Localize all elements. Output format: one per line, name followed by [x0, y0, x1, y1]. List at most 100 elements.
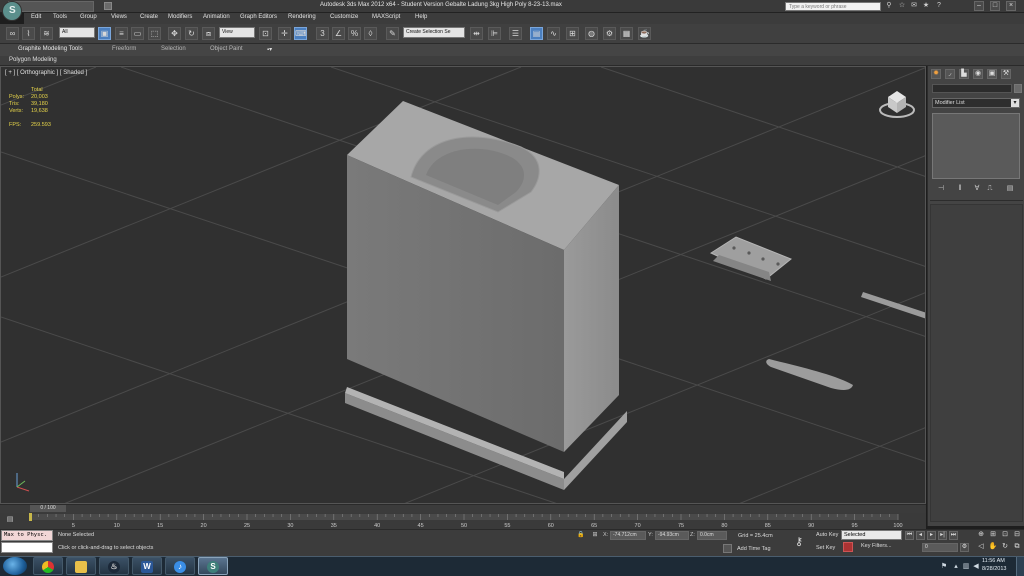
viewport-label[interactable]: [ + ] [ Orthographic ] [ Shaded ] [5, 70, 87, 76]
add-time-tag-button[interactable]: Add Time Tag [737, 546, 771, 552]
select-and-link-icon[interactable]: ∞ [6, 27, 19, 40]
zoom-extents-icon[interactable]: ⊡ [1000, 530, 1010, 540]
maxscript-output[interactable] [1, 542, 53, 553]
modify-tab-icon[interactable]: ◞ [945, 69, 955, 79]
show-end-result-icon[interactable]: ‖ [955, 184, 965, 194]
menu-modifiers[interactable]: Modifiers [168, 14, 192, 20]
mirror-icon[interactable]: ⇹ [470, 27, 483, 40]
clock-date[interactable]: 8/28/2013 [982, 566, 1006, 572]
material-editor-icon[interactable]: ◍ [585, 27, 598, 40]
z-coord-field[interactable]: 0.0cm [697, 531, 727, 540]
clock-time[interactable]: 11:56 AM [982, 558, 1005, 564]
current-frame-field[interactable]: 0 [922, 543, 958, 552]
display-tab-icon[interactable]: ▣ [987, 69, 997, 79]
create-tab-icon[interactable]: ✹ [931, 69, 941, 79]
chevron-down-icon[interactable]: ▾ [1011, 99, 1019, 107]
rendered-frame-icon[interactable]: ▦ [620, 27, 633, 40]
utilities-tab-icon[interactable]: ⚒ [1001, 69, 1011, 79]
rectangular-selection-icon[interactable]: ▭ [131, 27, 144, 40]
help-icon[interactable]: ? [935, 2, 943, 10]
layer-manager-icon[interactable]: ☰ [509, 27, 522, 40]
go-to-start-icon[interactable]: ⏮ [905, 531, 914, 540]
go-to-end-icon[interactable]: ⏭ [949, 531, 958, 540]
absolute-mode-icon[interactable]: ⊞ [591, 531, 599, 539]
spinner-snap-icon[interactable]: ◊ [364, 27, 377, 40]
set-key-button[interactable]: Set Key [816, 545, 835, 551]
object-name-field[interactable] [932, 84, 1012, 93]
menu-graph-editors[interactable]: Graph Editors [240, 14, 277, 20]
graphite-toggle-icon[interactable]: ▤ [530, 27, 543, 40]
binoculars-icon[interactable]: ⚲ [885, 2, 893, 10]
show-hidden-icons[interactable]: ▴ [952, 563, 960, 571]
field-of-view-icon[interactable]: ◁ [976, 542, 986, 552]
scale-icon[interactable]: ⧈ [202, 27, 215, 40]
object-color-swatch[interactable] [1014, 84, 1022, 93]
maxscript-mini-listener[interactable]: Max to Physc. [1, 530, 53, 541]
menu-group[interactable]: Group [80, 14, 97, 20]
menu-animation[interactable]: Animation [203, 14, 230, 20]
menu-customize[interactable]: Customize [330, 14, 358, 20]
menu-create[interactable]: Create [140, 14, 158, 20]
rotate-icon[interactable]: ↻ [185, 27, 198, 40]
bind-space-warp-icon[interactable]: ≋ [40, 27, 53, 40]
lock-selection-icon[interactable]: 🔒 [577, 531, 585, 539]
select-by-name-icon[interactable]: ≡ [115, 27, 128, 40]
select-manipulate-icon[interactable]: ✛ [278, 27, 291, 40]
make-unique-icon[interactable]: ∀ [972, 184, 982, 194]
play-icon[interactable]: ▸ [927, 531, 936, 540]
auto-key-button[interactable]: Auto Key [816, 532, 838, 538]
app-menu-button[interactable]: S [2, 1, 22, 21]
modifier-stack[interactable] [932, 113, 1020, 179]
window-crossing-icon[interactable]: ⬚ [148, 27, 161, 40]
time-slider-thumb[interactable]: 0 / 100 [30, 505, 66, 512]
key-mode-dropdown[interactable]: Selected [841, 530, 902, 540]
select-object-icon[interactable]: ▣ [98, 27, 111, 40]
favorites-icon[interactable]: ★ [922, 2, 930, 10]
menu-tools[interactable]: Tools [53, 14, 67, 20]
zoom-all-icon[interactable]: ⊞ [988, 530, 998, 540]
volume-icon[interactable]: ◀ [972, 563, 980, 571]
menu-edit[interactable]: Edit [31, 14, 41, 20]
track-bar[interactable]: 5 10 15 20 25 30 35 40 45 50 55 60 65 70 75 80 85 90 95 100 [0, 513, 926, 529]
taskbar-explorer[interactable] [66, 557, 96, 575]
pivot-center-icon[interactable]: ⊡ [259, 27, 272, 40]
named-selection-dropdown[interactable]: Create Selection Se [403, 27, 465, 38]
time-slider[interactable] [0, 504, 926, 513]
menu-rendering[interactable]: Rendering [288, 14, 316, 20]
previous-frame-icon[interactable]: ◂ [916, 531, 925, 540]
tab-graphite-modeling-tools[interactable]: Graphite Modeling Tools [18, 46, 83, 52]
align-icon[interactable]: ⊫ [488, 27, 501, 40]
x-coord-field[interactable]: -74.712cm [610, 531, 646, 540]
modifier-list-dropdown[interactable]: Modifier List [932, 98, 1020, 108]
taskbar-itunes[interactable]: ♪ [165, 557, 195, 575]
tab-object-paint[interactable]: Object Paint [210, 46, 243, 52]
maximize-viewport-icon[interactable]: ⧉ [1012, 542, 1022, 552]
time-tag-icon[interactable] [723, 544, 732, 553]
next-frame-icon[interactable]: ▸| [938, 531, 947, 540]
render-setup-icon[interactable]: ⚙ [603, 27, 616, 40]
motion-tab-icon[interactable]: ◉ [973, 69, 983, 79]
key-icon[interactable]: ⚷ [792, 535, 806, 549]
pin-stack-icon[interactable]: ⊣ [936, 184, 946, 194]
schematic-view-icon[interactable]: ⊞ [566, 27, 579, 40]
ribbon-options-icon[interactable]: ▪▾ [267, 46, 272, 53]
show-desktop-button[interactable] [1016, 557, 1024, 576]
taskbar-3dsmax[interactable]: S [198, 557, 228, 575]
taskbar-chrome[interactable] [33, 557, 63, 575]
y-coord-field[interactable]: -94.93cm [655, 531, 689, 540]
menu-help[interactable]: Help [415, 14, 427, 20]
configure-modifier-sets-icon[interactable]: ▤ [1005, 184, 1015, 194]
maximize-button[interactable]: □ [990, 1, 1000, 11]
move-icon[interactable]: ✥ [168, 27, 181, 40]
zoom-extents-all-icon[interactable]: ⊟ [1012, 530, 1022, 540]
reference-coordinate-dropdown[interactable]: View [219, 27, 255, 38]
start-button[interactable] [3, 557, 27, 575]
keyboard-shortcut-toggle-icon[interactable]: ⌨ [294, 27, 307, 40]
minimize-button[interactable]: – [974, 1, 984, 11]
curve-editor-icon[interactable]: ∿ [547, 27, 560, 40]
set-keys-icon[interactable] [843, 542, 853, 552]
snaps-toggle-icon[interactable]: 3 [316, 27, 329, 40]
edit-named-selection-icon[interactable]: ✎ [386, 27, 399, 40]
time-configuration-icon[interactable]: ⚙ [960, 543, 969, 552]
orbit-icon[interactable]: ↻ [1000, 542, 1010, 552]
